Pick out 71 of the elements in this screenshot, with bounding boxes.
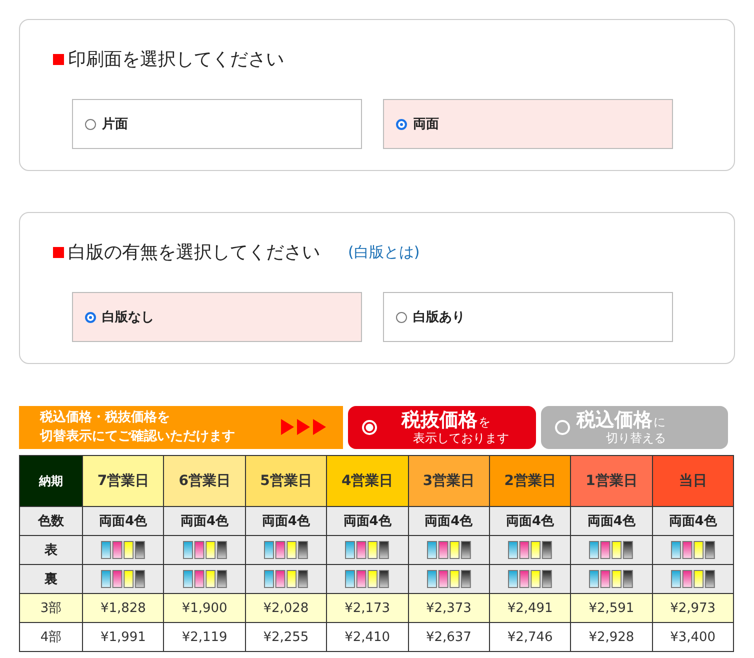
table-cell: 両面4色 — [408, 506, 490, 536]
header-cell: 納期 — [20, 456, 82, 506]
ink-bars-icon — [426, 541, 471, 559]
ink-bars-icon — [589, 570, 634, 588]
section-title: 白版の有無を選択してください — [68, 241, 320, 264]
header-cell: 5営業日 — [245, 456, 327, 506]
ink-bars-icon — [345, 570, 390, 588]
price-cell[interactable]: ¥2,591 — [570, 594, 652, 622]
ink-bars-icon — [426, 570, 471, 588]
table-cell: 両面4色 — [489, 506, 571, 536]
ink-bars-icon — [264, 541, 308, 559]
notice-text: 切替表示にてご確認いただけます — [40, 428, 235, 446]
price-cell[interactable]: ¥2,173 — [326, 594, 408, 622]
price-cell[interactable]: ¥2,491 — [489, 594, 571, 622]
price-cell[interactable]: ¥2,637 — [408, 622, 490, 652]
header-cell: 7営業日 — [82, 456, 164, 506]
row-header: 4部 — [20, 622, 82, 652]
radio-option[interactable]: 両面 — [383, 99, 673, 149]
header-cell: 6営業日 — [164, 456, 246, 506]
ink-bars-icon — [508, 541, 552, 559]
price-cell[interactable]: ¥2,373 — [408, 594, 490, 622]
radio-icon — [85, 312, 96, 322]
ink-bars-icon — [101, 541, 146, 559]
help-link[interactable]: (白版とは) — [348, 242, 420, 262]
price-cell[interactable]: ¥2,410 — [326, 622, 408, 652]
ink-bars-icon — [264, 570, 308, 588]
radio-icon — [396, 312, 407, 322]
radio-option[interactable]: 片面 — [72, 99, 362, 149]
price-cell[interactable]: ¥2,255 — [245, 622, 327, 652]
table-cell: 両面4色 — [570, 506, 652, 536]
triple-arrow-icon — [281, 418, 327, 436]
header-cell: 1営業日 — [570, 456, 652, 506]
radio-option[interactable]: 白版なし — [72, 292, 362, 342]
table-cell: 両面4色 — [164, 506, 246, 536]
notice-text: 税込価格・税抜価格を — [40, 408, 171, 427]
ink-bars-icon — [182, 541, 227, 559]
row-header: 色数 — [20, 506, 82, 536]
header-cell: 4営業日 — [326, 456, 408, 506]
price-cell[interactable]: ¥3,400 — [652, 622, 734, 652]
ink-bars-icon — [345, 541, 390, 559]
price-cell[interactable]: ¥1,991 — [82, 622, 164, 652]
ink-bars-icon — [670, 570, 715, 588]
section-title: 印刷面を選択してください — [68, 48, 284, 71]
square-icon — [53, 246, 64, 258]
tax-toggle-button[interactable]: 税抜価格 を 表示しております — [348, 406, 536, 448]
row-header: 表 — [20, 536, 82, 564]
radio-icon — [85, 118, 96, 130]
header-cell: 3営業日 — [408, 456, 490, 506]
ink-bars-icon — [508, 570, 552, 588]
price-cell[interactable]: ¥2,973 — [652, 594, 734, 622]
ink-bars-icon — [101, 570, 146, 588]
table-cell: 両面4色 — [326, 506, 408, 536]
price-cell[interactable]: ¥2,928 — [570, 622, 652, 652]
row-header: 裏 — [20, 564, 82, 594]
price-cell[interactable]: ¥2,028 — [245, 594, 327, 622]
price-cell[interactable]: ¥2,119 — [164, 622, 246, 652]
ink-bars-icon — [589, 541, 634, 559]
header-cell: 当日 — [652, 456, 734, 506]
radio-option[interactable]: 白版あり — [383, 292, 673, 342]
price-cell[interactable]: ¥1,828 — [82, 594, 164, 622]
radio-icon — [396, 118, 407, 130]
square-icon — [53, 54, 64, 64]
price-cell[interactable]: ¥1,900 — [164, 594, 246, 622]
row-header: 3部 — [20, 594, 82, 622]
table-cell: 両面4色 — [245, 506, 327, 536]
header-cell: 2営業日 — [489, 456, 571, 506]
price-cell[interactable]: ¥2,746 — [489, 622, 571, 652]
ink-bars-icon — [182, 570, 227, 588]
table-cell: 両面4色 — [82, 506, 164, 536]
ink-bars-icon — [670, 541, 715, 559]
table-cell: 両面4色 — [652, 506, 734, 536]
